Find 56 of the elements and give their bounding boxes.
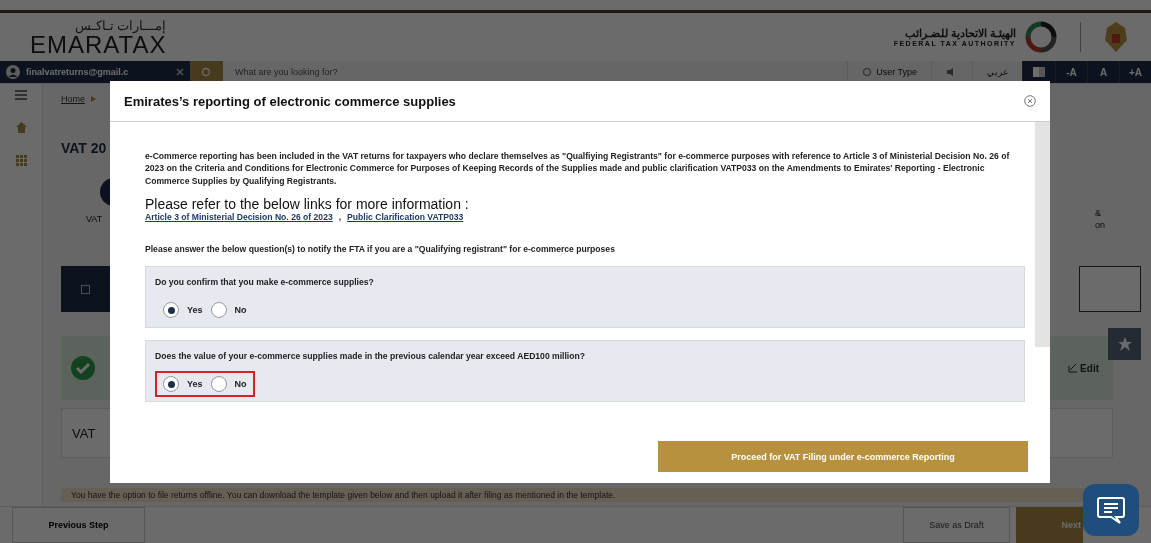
link-separator: , [338, 212, 342, 223]
menu-icon[interactable] [15, 90, 27, 100]
step-label: & [1095, 208, 1102, 220]
search-button[interactable] [190, 61, 223, 83]
radio-icon[interactable] [163, 376, 179, 393]
radio-option[interactable]: No [210, 376, 247, 393]
close-icon[interactable] [1024, 95, 1036, 107]
logo-arabic-text: إمـــارات تـاكـس [74, 17, 167, 33]
clarification-link[interactable]: Public Clarification VATP033 [347, 212, 464, 223]
grid-icon[interactable] [15, 155, 27, 166]
intro-paragraph: e-Commerce reporting has been included in the VAT returns for taxpayers who declare themselves as "Qualfiying Registrants" for e-commerce purposes with reference to Article 3 of Ministerial Decision No. 26 of 2023 on the Criteria and Conditions for Electronic Commerce for Purposes of Keeping Records of the Supplies made and public clarification VATP033 on the Amendments to Emirates' Reporting - Electronic Commerce Supplies by Qualifying Registrants. [145, 150, 1010, 188]
favorite-button[interactable] [1108, 328, 1141, 360]
search-field[interactable]: What are you looking for? [233, 66, 537, 78]
radio-icon[interactable] [210, 302, 227, 319]
chat-icon [1096, 495, 1126, 525]
logo-text: EMARATAX [30, 32, 167, 57]
breadcrumb-link[interactable]: Home [61, 94, 85, 104]
authority-arabic-name: الهيئـة الاتحادية للضـرائب [904, 27, 1016, 40]
caret-icon [91, 96, 96, 102]
save-draft-button[interactable]: Save as Draft [903, 507, 1010, 543]
links-heading: Please refer to the below links for more information : [145, 196, 470, 213]
scrollbar[interactable] [1035, 122, 1050, 347]
check-circle-icon [71, 356, 95, 380]
section-title: VAT [72, 425, 96, 441]
radio-icon[interactable] [210, 376, 227, 393]
page-title: VAT 20 [61, 140, 107, 156]
user-email: finalvatreturns@gmail.c [26, 67, 129, 77]
previous-step-button[interactable]: Previous Step [12, 507, 145, 543]
chat-button[interactable] [1083, 484, 1139, 536]
user-type-label[interactable]: User Type [876, 67, 917, 77]
decision-link[interactable]: Article 3 of Ministerial Decision No. 26 of 2023 [145, 212, 333, 223]
emblem-icon [1103, 20, 1129, 54]
home-icon[interactable] [15, 122, 27, 133]
step-label: VAT [86, 214, 103, 224]
dialog-title: Emirates’s reporting of electronic commerce supplies [124, 93, 456, 109]
radio-option[interactable]: No [210, 302, 247, 319]
language-link[interactable]: عربي [987, 67, 1008, 77]
step-label: on [1095, 219, 1105, 232]
edit-link[interactable]: Edit [1068, 362, 1099, 374]
ring-emblem-icon [1024, 20, 1058, 54]
user-avatar-icon[interactable] [6, 65, 20, 79]
close-icon[interactable] [176, 68, 184, 76]
next-button[interactable]: Next [1016, 507, 1083, 543]
calendar-icon [81, 284, 90, 294]
proceed-button[interactable]: Proceed for VAT Filing under e-commerce Reporting [658, 441, 1028, 472]
instruction-text: Please answer the below question(s) to notify the FTA if you are a "Qualifying registrant" for e-commerce purposes [145, 244, 616, 255]
info-box [1079, 266, 1141, 312]
contrast-icon[interactable] [1033, 67, 1045, 77]
search-icon [201, 66, 212, 78]
radio-icon[interactable] [163, 302, 179, 319]
star-icon [1116, 336, 1133, 352]
radio-option[interactable]: Yes [163, 302, 203, 319]
question-text: Do you confirm that you make e-commerce supplies? [155, 277, 375, 288]
radio-option[interactable]: Yes [163, 376, 203, 393]
pencil-icon [1068, 363, 1079, 373]
question-text: Does the value of your e-commerce supplies made in the previous calendar year exceed AED100 million? [155, 351, 586, 362]
